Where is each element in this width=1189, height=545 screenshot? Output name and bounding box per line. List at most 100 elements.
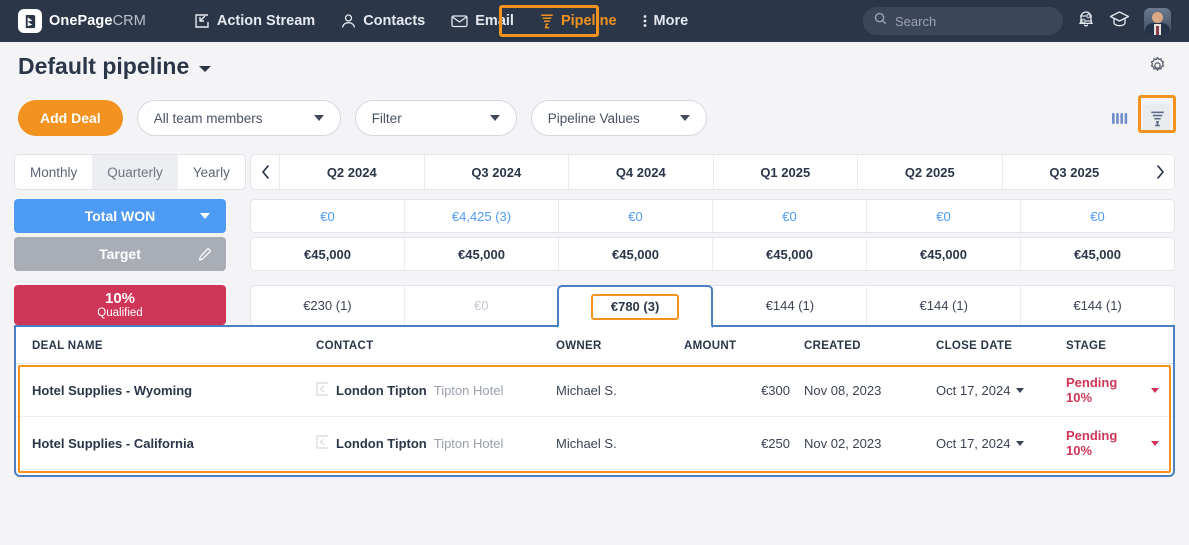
stage-picker[interactable]: Pending 10%	[1066, 428, 1159, 458]
pencil-edit-icon[interactable]	[198, 247, 212, 261]
won-value-3[interactable]: €0	[712, 200, 866, 232]
won-value-1[interactable]: €4,425 (3)	[404, 200, 558, 232]
close-date-picker[interactable]: Oct 17, 2024	[936, 436, 1066, 451]
contact-name[interactable]: London Tipton	[336, 436, 427, 451]
header-right-controls	[863, 7, 1177, 35]
forecast-grid: Monthly Quarterly Yearly Q2 2024 Q3 2024…	[0, 146, 1189, 326]
chevron-left-icon[interactable]	[251, 155, 279, 189]
team-members-value: All team members	[154, 111, 263, 126]
contact-bracket-icon-muted	[316, 435, 329, 452]
target-value-1[interactable]: €45,000	[404, 238, 558, 270]
quarter-header-4[interactable]: Q2 2025	[857, 155, 1002, 189]
nav-item-more[interactable]: More	[631, 6, 701, 36]
created-date: Nov 08, 2023	[804, 383, 881, 398]
nav-item-pipeline[interactable]: Pipeline	[528, 6, 629, 36]
filter-value: Filter	[372, 111, 402, 126]
header-created[interactable]: CREATED	[804, 327, 936, 364]
quarter-header-1[interactable]: Q3 2024	[424, 155, 569, 189]
pipeline-funnel-icon	[540, 13, 554, 29]
nav-item-contacts[interactable]: Contacts	[329, 6, 437, 36]
deal-name[interactable]: Hotel Supplies - California	[32, 436, 194, 451]
contact-name[interactable]: London Tipton	[336, 383, 427, 398]
period-option-yearly[interactable]: Yearly	[178, 155, 245, 189]
columns-view-icon[interactable]	[1105, 104, 1133, 132]
stage-value-4[interactable]: €144 (1)	[866, 286, 1020, 325]
period-toggle: Monthly Quarterly Yearly	[14, 154, 246, 190]
header-deal-name[interactable]: DEAL NAME	[16, 327, 316, 364]
header-amount[interactable]: AMOUNT	[684, 327, 804, 364]
target-value-4[interactable]: €45,000	[866, 238, 1020, 270]
page-title-row: Default pipeline	[0, 42, 1189, 90]
header-contact[interactable]: CONTACT	[316, 327, 556, 364]
stage-qualified-label[interactable]: 10% Qualified	[14, 285, 226, 325]
period-option-monthly[interactable]: Monthly	[15, 155, 92, 189]
chevron-down-icon	[200, 213, 210, 219]
contact-company: Tipton Hotel	[434, 436, 504, 451]
search-input[interactable]	[895, 14, 1071, 29]
table-row[interactable]: Hotel Supplies - Wyoming London Tipton T…	[16, 364, 1173, 417]
search-icon	[874, 12, 887, 30]
header-owner[interactable]: OWNER	[556, 327, 684, 364]
created-date: Nov 02, 2023	[804, 436, 881, 451]
stage-value-3[interactable]: €144 (1)	[712, 286, 866, 325]
target-value-3[interactable]: €45,000	[712, 238, 866, 270]
total-won-selector[interactable]: Total WON	[14, 199, 226, 233]
graduation-cap-icon[interactable]	[1109, 10, 1130, 33]
app-logo[interactable]: OnePageCRM	[18, 9, 146, 33]
table-row[interactable]: Hotel Supplies - California London Tipto…	[16, 417, 1173, 470]
filter-dropdown[interactable]: Filter	[355, 100, 517, 136]
won-value-5[interactable]: €0	[1020, 200, 1174, 232]
chevron-right-icon[interactable]	[1146, 155, 1174, 189]
add-deal-button[interactable]: Add Deal	[18, 100, 123, 136]
stage-value-0[interactable]: €230 (1)	[251, 286, 404, 325]
quarter-header-5[interactable]: Q3 2025	[1002, 155, 1147, 189]
target-label-row[interactable]: Target	[14, 237, 226, 271]
quarter-header-3[interactable]: Q1 2025	[713, 155, 858, 189]
table-row[interactable]: Video Package Jane Doe Big Company Inc. …	[16, 470, 1173, 478]
stage-value-1[interactable]: €0	[404, 286, 558, 325]
won-value-4[interactable]: €0	[866, 200, 1020, 232]
totals-rows: Total WON Target €0 €4,425 (3) €0 €0 €0 …	[14, 199, 1175, 271]
nav-item-email[interactable]: Email	[439, 6, 526, 36]
close-date-value: Oct 17, 2024	[936, 436, 1010, 451]
stage-row: 10% Qualified €230 (1) €0 €780 (3) €144 …	[14, 285, 1175, 326]
bell-icon[interactable]	[1077, 9, 1095, 33]
target-value-0[interactable]: €45,000	[251, 238, 404, 270]
pipeline-selector[interactable]: Default pipeline	[18, 53, 212, 80]
header-stage[interactable]: STAGE	[1066, 327, 1173, 364]
period-option-quarterly[interactable]: Quarterly	[92, 155, 178, 189]
close-date-value: Oct 17, 2024	[936, 383, 1010, 398]
quarter-header-2[interactable]: Q4 2024	[568, 155, 713, 189]
pipeline-toolbar: Add Deal All team members Filter Pipelin…	[0, 90, 1189, 146]
close-date-picker[interactable]: Oct 17, 2024	[936, 383, 1066, 398]
target-values: €45,000 €45,000 €45,000 €45,000 €45,000 …	[250, 237, 1175, 271]
stage-picker[interactable]: Pending 10%	[1066, 375, 1159, 405]
avatar[interactable]	[1144, 8, 1171, 35]
team-members-dropdown[interactable]: All team members	[137, 100, 341, 136]
won-value-0[interactable]: €0	[251, 200, 404, 232]
contact-bracket-icon-muted	[316, 382, 329, 399]
total-won-values: €0 €4,425 (3) €0 €0 €0 €0	[250, 199, 1175, 233]
main-nav-items: Action Stream Contacts Email Pipeline Mo…	[182, 6, 700, 36]
target-value-2[interactable]: €45,000	[558, 238, 712, 270]
nav-label: Pipeline	[561, 13, 617, 29]
deals-table: DEAL NAME CONTACT OWNER AMOUNT CREATED C…	[16, 327, 1173, 477]
stage-value: Pending 10%	[1066, 375, 1145, 405]
pipeline-values-value: Pipeline Values	[548, 111, 640, 126]
nav-label: Email	[475, 13, 514, 29]
won-value-2[interactable]: €0	[558, 200, 712, 232]
target-value-5[interactable]: €45,000	[1020, 238, 1174, 270]
funnel-forecast-icon[interactable]	[1143, 104, 1171, 132]
gear-icon[interactable]	[1148, 56, 1167, 80]
nav-label: Action Stream	[217, 13, 315, 29]
search-box[interactable]	[863, 7, 1063, 35]
stage-value-2-text: €780 (3)	[611, 299, 659, 314]
deal-amount: €250	[761, 436, 790, 451]
stage-value-5[interactable]: €144 (1)	[1020, 286, 1174, 325]
pipeline-values-dropdown[interactable]: Pipeline Values	[531, 100, 707, 136]
header-close-date[interactable]: CLOSE DATE	[936, 327, 1066, 364]
stage-value-2-selected[interactable]: €780 (3)	[557, 285, 714, 328]
quarter-header-0[interactable]: Q2 2024	[279, 155, 424, 189]
nav-item-action-stream[interactable]: Action Stream	[182, 6, 327, 36]
deal-name[interactable]: Hotel Supplies - Wyoming	[32, 383, 192, 398]
